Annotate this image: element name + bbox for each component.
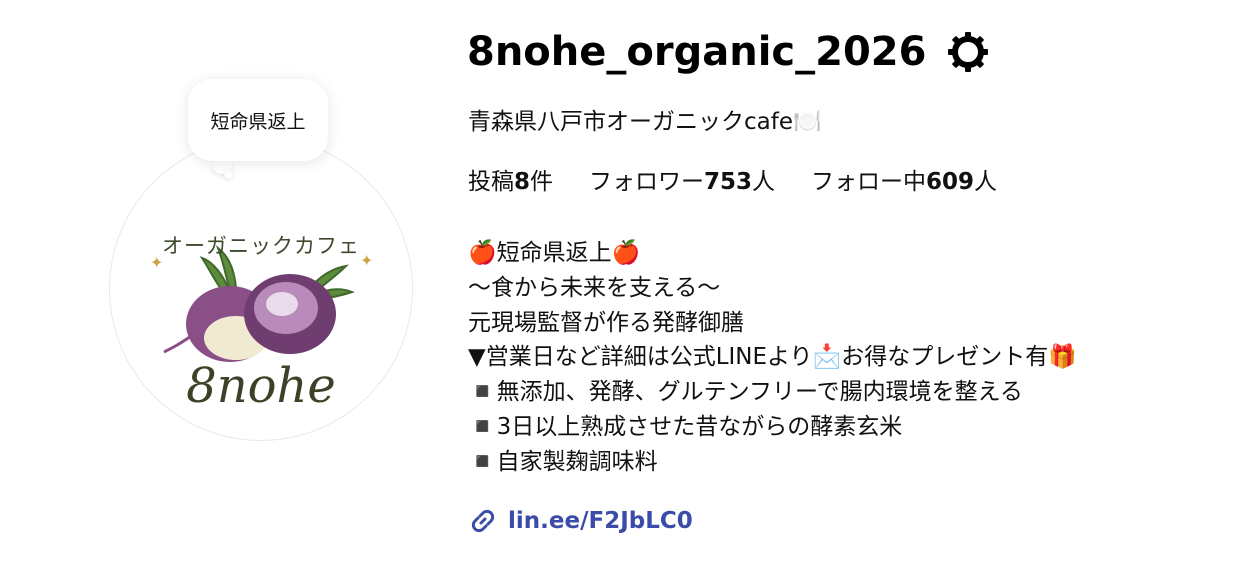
profile-bio: 🍎短命県返上🍎 〜食から未来を支える〜 元現場監督が作る発酵御膳 ▼営業日など詳… bbox=[468, 236, 1077, 480]
following-count: 609 bbox=[926, 169, 975, 195]
following-unit: 人 bbox=[974, 169, 998, 195]
note-bubble[interactable]: 短命県返上 bbox=[188, 79, 328, 161]
following-label: フォロー中 bbox=[811, 169, 927, 195]
profile-link[interactable]: lin.ee/F2JbLC0 bbox=[468, 506, 693, 536]
followers-stat[interactable]: フォロワー753人 bbox=[589, 162, 775, 196]
followers-label: フォロワー bbox=[589, 169, 705, 195]
followers-unit: 人 bbox=[752, 169, 776, 195]
bio-line: ▼営業日など詳細は公式LINEより📩お得なプレゼント有🎁 bbox=[468, 344, 1077, 371]
bio-line: 元現場監督が作る発酵御膳 bbox=[468, 309, 744, 336]
note-bubble-tail-small bbox=[224, 170, 233, 179]
posts-unit: 件 bbox=[530, 169, 554, 195]
avatar[interactable]: ✦ ✦ オーガニックカフェ 8nohe bbox=[110, 138, 412, 440]
bio-line: 🍎短命県返上🍎 bbox=[468, 240, 641, 266]
avatar-logo-text: 8nohe bbox=[186, 358, 336, 414]
following-stat[interactable]: フォロー中609人 bbox=[811, 162, 997, 196]
bio-line: ◾️3日以上熟成させた昔ながらの酵素玄米 bbox=[468, 413, 903, 440]
posts-label: 投稿 bbox=[468, 169, 514, 195]
followers-count: 753 bbox=[704, 169, 753, 195]
profile-stats: 投稿8件 フォロワー753人 フォロー中609人 bbox=[468, 162, 1033, 196]
username-row: 8nohe_organic_2026 bbox=[467, 28, 992, 76]
posts-count: 8 bbox=[514, 169, 531, 195]
note-text: 短命県返上 bbox=[210, 110, 306, 133]
bio-line: ◾️無添加、発酵、グルテンフリーで腸内環境を整える bbox=[468, 379, 1023, 406]
avatar-top-text: オーガニックカフェ bbox=[162, 234, 360, 258]
link-icon bbox=[471, 509, 495, 533]
gear-icon[interactable] bbox=[944, 28, 992, 76]
posts-stat[interactable]: 投稿8件 bbox=[468, 162, 553, 196]
bio-line: ◾️自家製麹調味料 bbox=[468, 448, 658, 475]
bio-line: 〜食から未来を支える〜 bbox=[468, 274, 721, 301]
username: 8nohe_organic_2026 bbox=[467, 29, 927, 75]
profile-header: ✦ ✦ オーガニックカフェ 8nohe 短命県返上 8nohe_organic_… bbox=[0, 0, 1254, 568]
link-text[interactable]: lin.ee/F2JbLC0 bbox=[508, 508, 693, 534]
profile-category: 青森県八戸市オーガニックcafe🍽️ bbox=[468, 109, 822, 135]
